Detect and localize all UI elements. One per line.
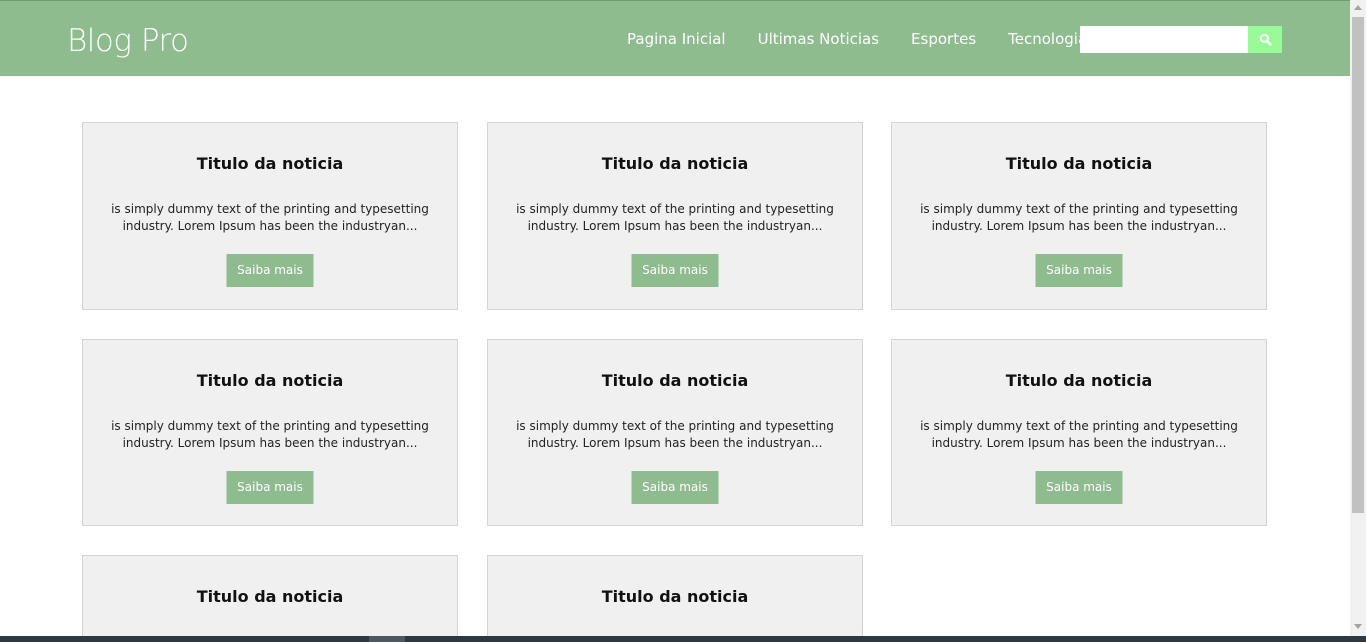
news-card: Titulo da noticia is simply dummy text o… <box>891 122 1267 310</box>
card-excerpt: is simply dummy text of the printing and… <box>516 419 834 450</box>
card-title: Titulo da noticia <box>196 587 344 606</box>
taskbar <box>0 636 1366 642</box>
card-excerpt: is simply dummy text of the printing and… <box>920 202 1238 233</box>
scrollbar-thumb[interactable] <box>1352 17 1364 513</box>
main-nav: Pagina Inicial Ultimas Noticias Esportes… <box>611 27 1103 51</box>
scroll-up-arrow-icon[interactable] <box>1354 5 1362 10</box>
news-card: Titulo da noticia is simply dummy text o… <box>82 122 458 310</box>
saiba-mais-button[interactable]: Saiba mais <box>226 254 314 287</box>
card-title: Titulo da noticia <box>196 154 344 173</box>
news-card: Titulo da noticia <box>487 555 863 636</box>
news-card: Titulo da noticia is simply dummy text o… <box>891 339 1267 526</box>
card-title: Titulo da noticia <box>1005 154 1153 173</box>
search-button[interactable] <box>1248 26 1282 53</box>
card-title: Titulo da noticia <box>1005 371 1153 390</box>
nav-link-pagina-inicial[interactable]: Pagina Inicial <box>611 27 742 51</box>
card-title: Titulo da noticia <box>601 587 749 606</box>
taskbar-item[interactable] <box>369 636 405 642</box>
nav-link-esportes[interactable]: Esportes <box>895 27 992 51</box>
card-title: Titulo da noticia <box>196 371 344 390</box>
brand-logo[interactable]: Blog Pro <box>67 21 189 61</box>
news-card: Titulo da noticia is simply dummy text o… <box>487 339 863 526</box>
card-title: Titulo da noticia <box>601 154 749 173</box>
scroll-down-arrow-icon[interactable] <box>1354 624 1362 629</box>
search-form <box>1080 26 1282 53</box>
card-excerpt: is simply dummy text of the printing and… <box>920 419 1238 450</box>
saiba-mais-button[interactable]: Saiba mais <box>631 254 719 287</box>
news-card: Titulo da noticia <box>82 555 458 636</box>
search-icon <box>1259 33 1272 46</box>
card-excerpt: is simply dummy text of the printing and… <box>111 202 429 233</box>
navbar: Blog Pro Pagina Inicial Ultimas Noticias… <box>0 0 1350 76</box>
news-card: Titulo da noticia is simply dummy text o… <box>487 122 863 310</box>
page: Blog Pro Pagina Inicial Ultimas Noticias… <box>0 0 1350 636</box>
card-excerpt: is simply dummy text of the printing and… <box>516 202 834 233</box>
saiba-mais-button[interactable]: Saiba mais <box>631 471 719 504</box>
saiba-mais-button[interactable]: Saiba mais <box>1035 254 1123 287</box>
saiba-mais-button[interactable]: Saiba mais <box>1035 471 1123 504</box>
nav-link-ultimas-noticias[interactable]: Ultimas Noticias <box>742 27 895 51</box>
card-excerpt: is simply dummy text of the printing and… <box>111 419 429 450</box>
card-title: Titulo da noticia <box>601 371 749 390</box>
saiba-mais-button[interactable]: Saiba mais <box>226 471 314 504</box>
news-card: Titulo da noticia is simply dummy text o… <box>82 339 458 526</box>
vertical-scrollbar[interactable] <box>1350 0 1366 636</box>
search-input[interactable] <box>1080 26 1248 53</box>
